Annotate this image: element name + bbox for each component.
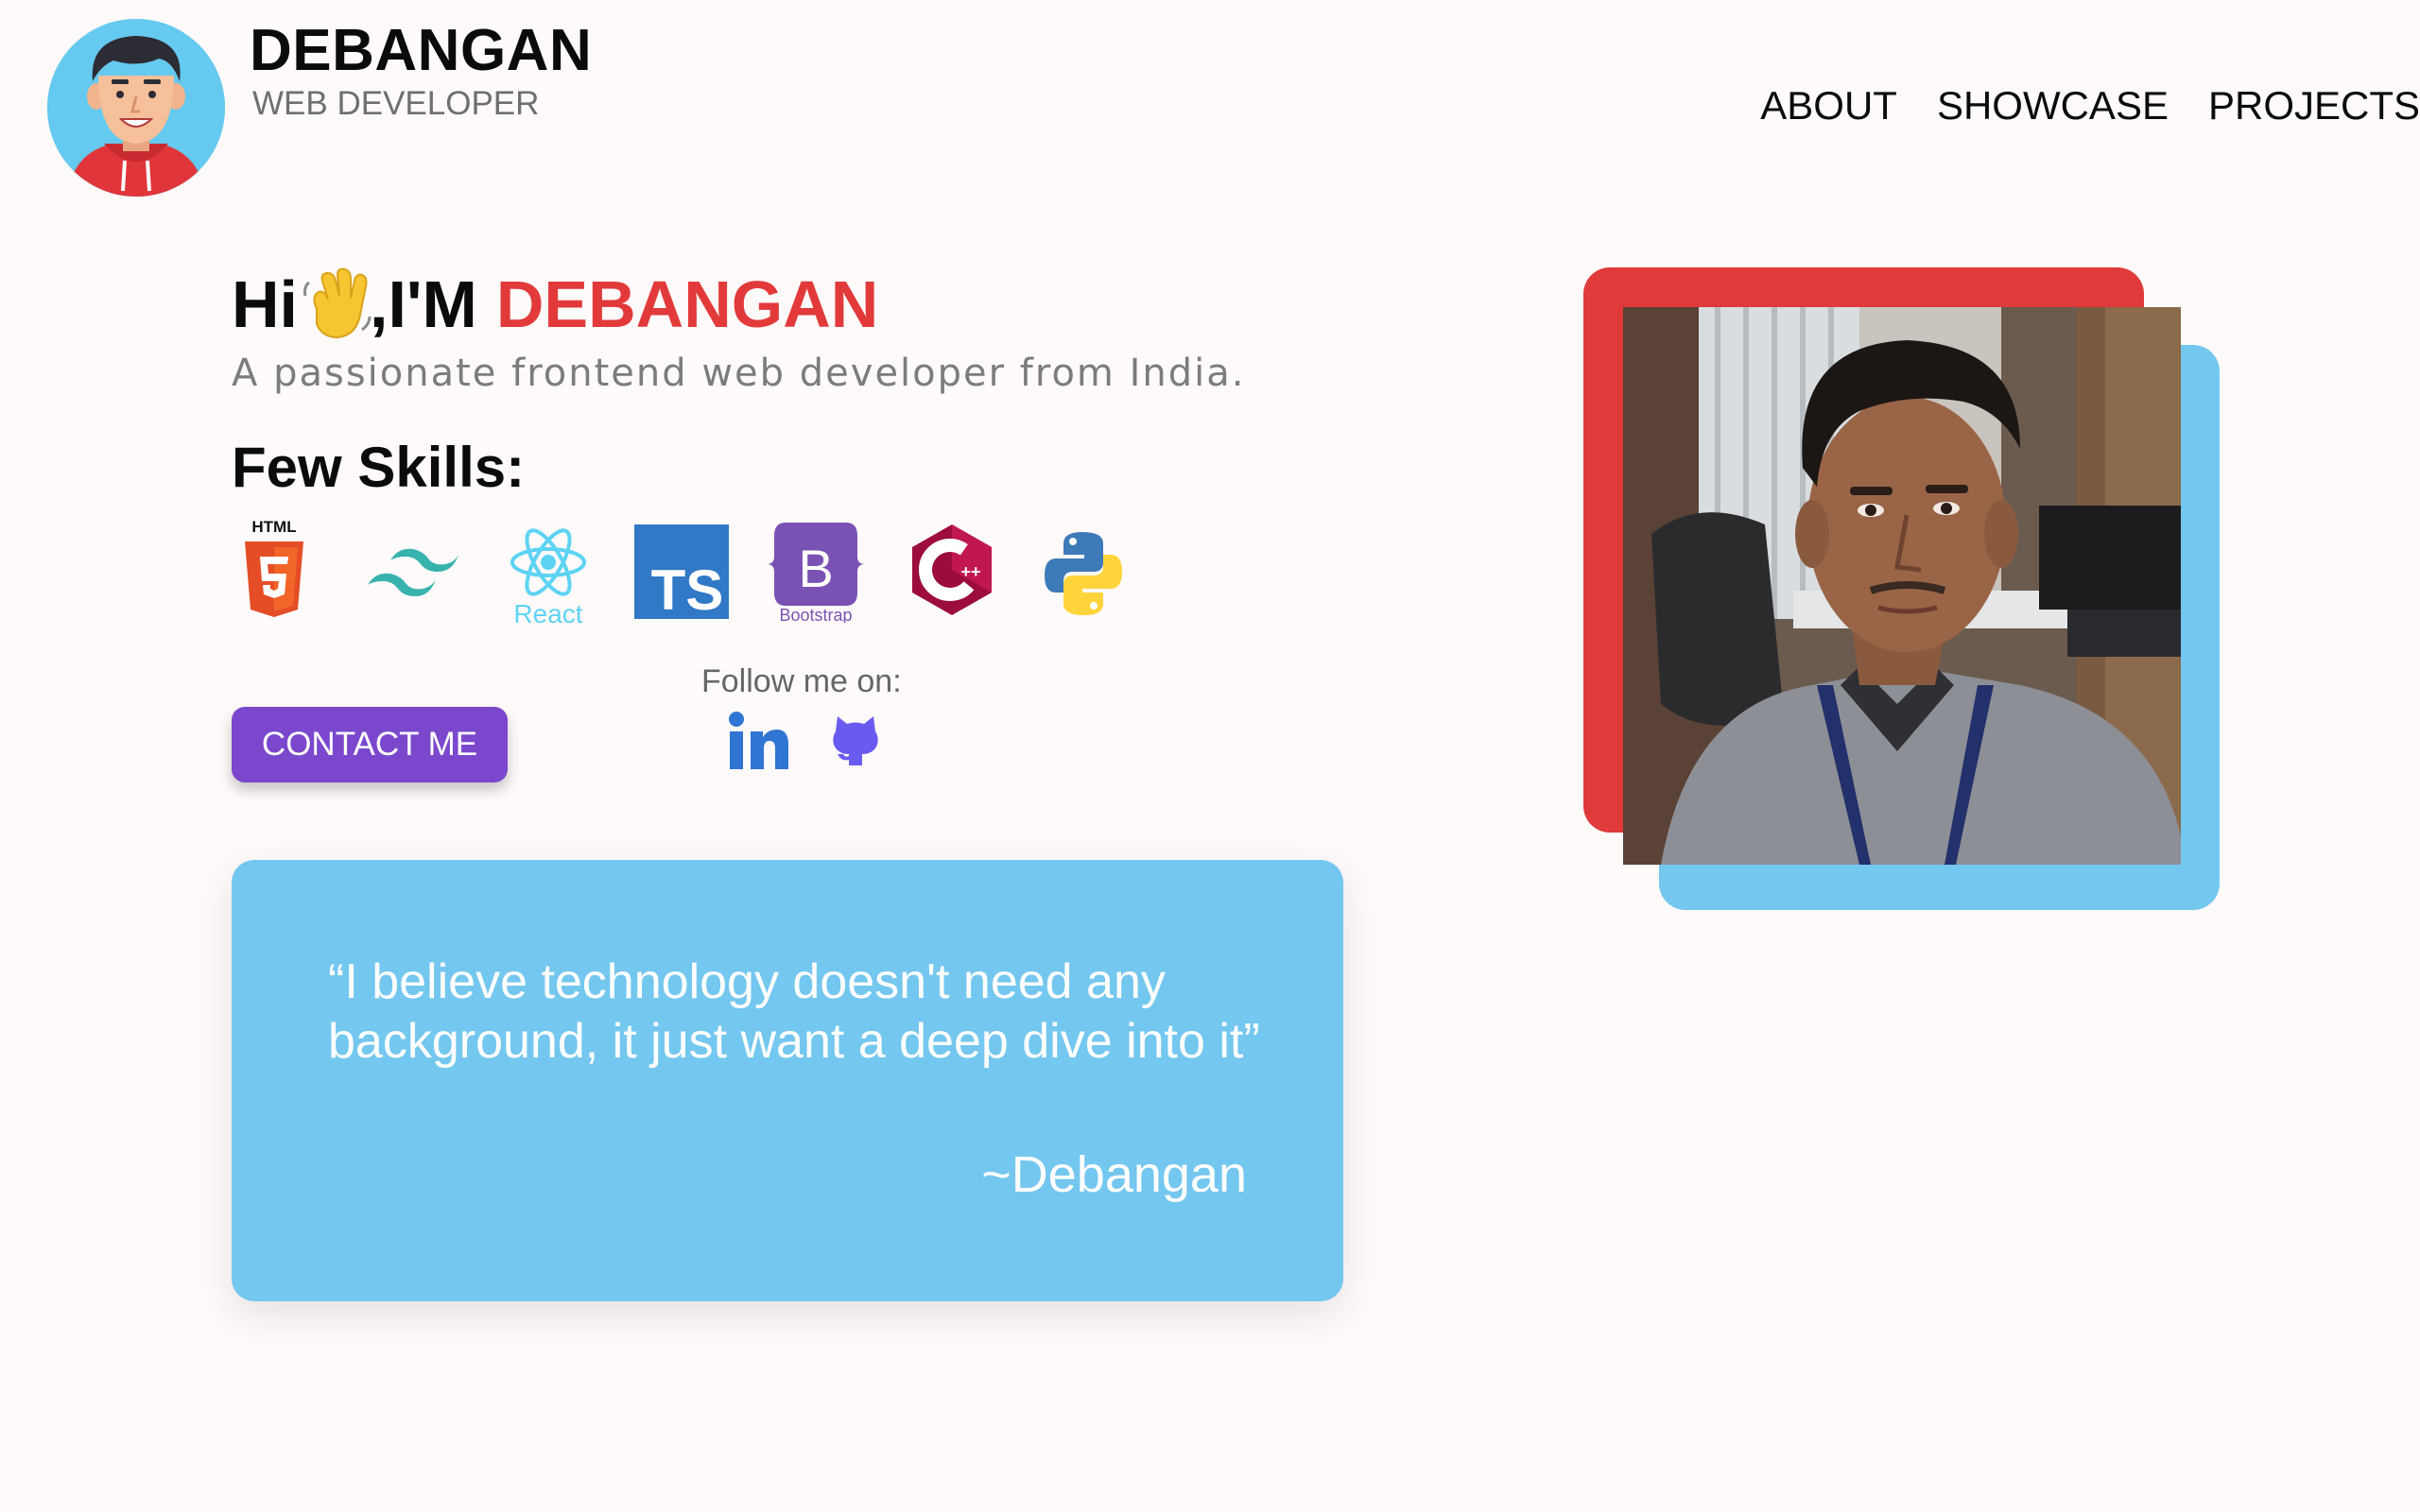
- quote-text: “I believe technology doesn't need any b…: [328, 954, 1260, 1069]
- react-icon: React: [506, 523, 591, 633]
- waving-hand-icon: [300, 267, 373, 341]
- cartoon-avatar-icon[interactable]: [47, 19, 225, 197]
- tailwind-icon: [364, 543, 462, 609]
- site-header: DEBANGAN WEB DEVELOPER ABOUT SHOWCASE PR…: [0, 0, 2420, 198]
- typescript-icon: TS: [634, 524, 729, 624]
- typescript-label: TS: [651, 558, 724, 619]
- brand-name: DEBANGAN: [250, 18, 593, 83]
- html5-label: HTML: [251, 518, 296, 536]
- main-nav: ABOUT SHOWCASE PROJECTS: [1760, 83, 2420, 129]
- skills-list: HTML React TS B Bootstrap ++: [232, 515, 1177, 628]
- cplusplus-icon: ++: [908, 523, 995, 622]
- svg-text:B: B: [798, 539, 833, 598]
- nav-link-about[interactable]: ABOUT: [1760, 83, 1897, 129]
- greeting-prefix: Hi: [232, 267, 298, 341]
- contact-me-button[interactable]: CONTACT ME: [232, 707, 508, 782]
- skills-heading: Few Skills:: [232, 436, 526, 499]
- quote-card: “I believe technology doesn't need any b…: [232, 860, 1343, 1301]
- svg-text:++: ++: [960, 562, 980, 581]
- follow-label: Follow me on:: [701, 663, 902, 699]
- react-label: React: [513, 599, 582, 628]
- greeting-name: DEBANGAN: [495, 267, 879, 341]
- profile-photo: [1623, 307, 2181, 865]
- brand-role: WEB DEVELOPER: [252, 85, 540, 122]
- nav-link-showcase[interactable]: SHOWCASE: [1937, 83, 2169, 129]
- greeting-im: ,I'M: [370, 267, 477, 341]
- nav-link-projects[interactable]: PROJECTS: [2208, 83, 2420, 129]
- hero-greeting: Hi ,I'M DEBANGAN: [232, 266, 878, 342]
- html5-icon: HTML: [239, 515, 309, 624]
- python-icon: [1043, 530, 1124, 622]
- quote-author: ~Debangan: [981, 1146, 1247, 1203]
- bootstrap-label: Bootstrap: [779, 606, 852, 623]
- github-icon[interactable]: [830, 713, 881, 774]
- bootstrap-icon: B Bootstrap: [767, 523, 865, 627]
- linkedin-icon[interactable]: [728, 711, 790, 776]
- hero-tagline: A passionate frontend web developer from…: [232, 352, 1246, 395]
